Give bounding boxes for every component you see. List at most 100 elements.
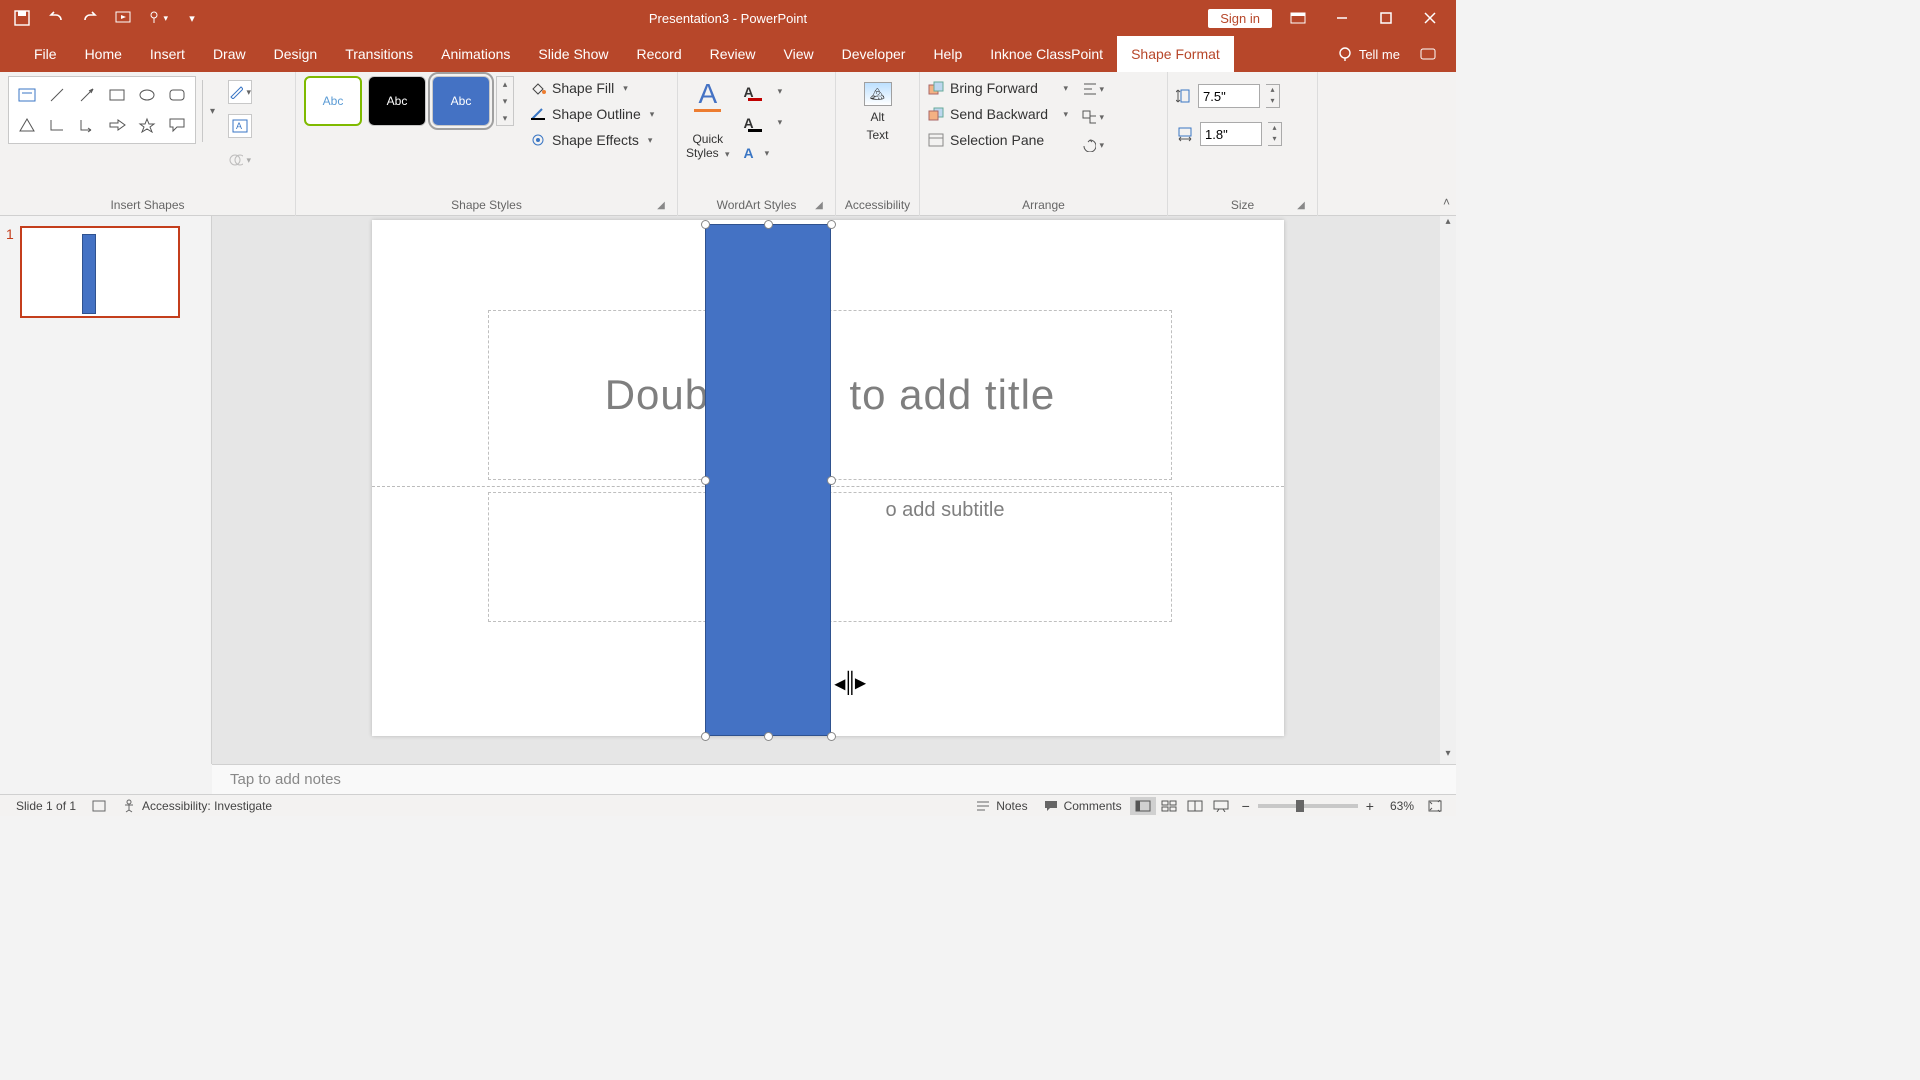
tab-classpoint[interactable]: Inknoe ClassPoint bbox=[976, 36, 1117, 72]
slide[interactable]: Doubl to add title o add subtitle ◂║▸ bbox=[372, 220, 1284, 736]
text-fill-button[interactable]: A▾ bbox=[740, 82, 783, 101]
align-button[interactable]: ▾ bbox=[1082, 80, 1104, 98]
oval-shape-icon[interactable] bbox=[133, 81, 161, 109]
selection-handle-w[interactable] bbox=[701, 476, 710, 485]
tab-draw[interactable]: Draw bbox=[199, 36, 260, 72]
style-preset-1[interactable]: Abc bbox=[304, 76, 362, 126]
bring-forward-button[interactable]: Bring Forward ▾ bbox=[928, 80, 1068, 96]
shape-effects-button[interactable]: Shape Effects▾ bbox=[530, 132, 654, 148]
comments-toggle[interactable]: Comments bbox=[1036, 799, 1130, 813]
zoom-level[interactable]: 63% bbox=[1382, 799, 1422, 813]
slide-canvas[interactable]: Doubl to add title o add subtitle ◂║▸ ▴ … bbox=[212, 216, 1456, 764]
present-from-start-icon[interactable] bbox=[114, 8, 134, 28]
tab-transitions[interactable]: Transitions bbox=[331, 36, 427, 72]
slide-sorter-view-icon[interactable] bbox=[1156, 797, 1182, 815]
quick-styles-button[interactable]: A bbox=[688, 80, 728, 124]
shape-fill-button[interactable]: Shape Fill▾ bbox=[530, 80, 654, 96]
tab-shape-format[interactable]: Shape Format bbox=[1117, 36, 1234, 72]
undo-icon[interactable] bbox=[46, 8, 66, 28]
shape-width-input[interactable] bbox=[1200, 122, 1262, 146]
tab-insert[interactable]: Insert bbox=[136, 36, 199, 72]
customize-qat-icon[interactable]: ▾ bbox=[182, 8, 202, 28]
selection-handle-se[interactable] bbox=[827, 732, 836, 741]
edit-shape-icon[interactable]: ▾ bbox=[228, 80, 252, 104]
text-effects-button[interactable]: A▾ bbox=[740, 144, 783, 162]
line-arrow-shape-icon[interactable] bbox=[73, 81, 101, 109]
tab-file[interactable]: File bbox=[20, 36, 71, 72]
fit-to-window-icon[interactable] bbox=[1422, 797, 1448, 815]
touch-mode-icon[interactable]: ▾ bbox=[148, 8, 168, 28]
shape-styles-dialog-launcher-icon[interactable]: ◢ bbox=[655, 200, 667, 212]
slide-thumbnails-panel[interactable]: 1 bbox=[0, 216, 212, 764]
merge-shapes-icon[interactable]: ▾ bbox=[228, 148, 252, 172]
line-shape-icon[interactable] bbox=[43, 81, 71, 109]
tab-review[interactable]: Review bbox=[696, 36, 770, 72]
send-backward-button[interactable]: Send Backward ▾ bbox=[928, 106, 1068, 122]
tab-design[interactable]: Design bbox=[260, 36, 332, 72]
shape-styles-more[interactable]: ▴▾▾ bbox=[496, 76, 514, 126]
share-icon[interactable] bbox=[1410, 40, 1446, 68]
shapes-gallery[interactable] bbox=[8, 76, 196, 144]
zoom-in-icon[interactable]: + bbox=[1366, 798, 1374, 814]
tab-help[interactable]: Help bbox=[919, 36, 976, 72]
minimize-icon[interactable] bbox=[1324, 4, 1360, 32]
sign-in-button[interactable]: Sign in bbox=[1208, 9, 1272, 28]
shape-styles-gallery[interactable]: Abc Abc Abc ▴▾▾ bbox=[304, 76, 514, 126]
width-spinner[interactable]: ▴▾ bbox=[1268, 122, 1282, 146]
style-preset-2[interactable]: Abc bbox=[368, 76, 426, 126]
tab-animations[interactable]: Animations bbox=[427, 36, 524, 72]
shape-height-input[interactable] bbox=[1198, 84, 1260, 108]
notes-toggle[interactable]: Notes bbox=[968, 799, 1035, 813]
scroll-up-icon[interactable]: ▴ bbox=[1440, 216, 1456, 232]
close-icon[interactable] bbox=[1412, 4, 1448, 32]
elbow-connector-icon[interactable] bbox=[43, 111, 71, 139]
redo-icon[interactable] bbox=[80, 8, 100, 28]
accessibility-status[interactable]: Accessibility: Investigate bbox=[114, 799, 280, 813]
callout-shape-icon[interactable] bbox=[163, 111, 191, 139]
normal-view-icon[interactable] bbox=[1130, 797, 1156, 815]
height-spinner[interactable]: ▴▾ bbox=[1266, 84, 1280, 108]
star-shape-icon[interactable] bbox=[133, 111, 161, 139]
elbow-arrow-connector-icon[interactable] bbox=[73, 111, 101, 139]
vertical-scrollbar[interactable]: ▴ ▾ bbox=[1440, 216, 1456, 764]
scroll-down-icon[interactable]: ▾ bbox=[1440, 748, 1456, 764]
group-objects-button[interactable]: ▾ bbox=[1082, 108, 1104, 126]
rounded-rect-shape-icon[interactable] bbox=[163, 81, 191, 109]
collapse-ribbon-icon[interactable]: ˄ bbox=[1443, 195, 1450, 209]
tab-slideshow[interactable]: Slide Show bbox=[524, 36, 622, 72]
alt-text-button[interactable]: 🏔 Alt Text bbox=[864, 76, 892, 142]
rectangle-shape-icon[interactable] bbox=[103, 81, 131, 109]
text-outline-button[interactable]: A▾ bbox=[740, 113, 783, 132]
selection-handle-s[interactable] bbox=[764, 732, 773, 741]
shapes-gallery-more[interactable]: ▾ bbox=[202, 80, 222, 142]
ribbon-display-options-icon[interactable] bbox=[1280, 4, 1316, 32]
selection-handle-n[interactable] bbox=[764, 220, 773, 229]
triangle-shape-icon[interactable] bbox=[13, 111, 41, 139]
zoom-slider[interactable] bbox=[1258, 804, 1358, 808]
selection-handle-ne[interactable] bbox=[827, 220, 836, 229]
selection-handle-nw[interactable] bbox=[701, 220, 710, 229]
size-dialog-launcher-icon[interactable]: ◢ bbox=[1295, 200, 1307, 212]
wordart-dialog-launcher-icon[interactable]: ◢ bbox=[813, 200, 825, 212]
maximize-icon[interactable] bbox=[1368, 4, 1404, 32]
selection-pane-button[interactable]: Selection Pane bbox=[928, 132, 1068, 148]
shape-outline-button[interactable]: Shape Outline▾ bbox=[530, 106, 654, 122]
tab-record[interactable]: Record bbox=[622, 36, 695, 72]
selection-handle-e[interactable] bbox=[827, 476, 836, 485]
slide-counter[interactable]: Slide 1 of 1 bbox=[8, 799, 84, 813]
thumbnail-1[interactable] bbox=[20, 226, 180, 318]
rotate-button[interactable]: ▾ bbox=[1082, 136, 1104, 154]
arrow-right-shape-icon[interactable] bbox=[103, 111, 131, 139]
selected-rectangle-shape[interactable] bbox=[705, 224, 831, 736]
tab-home[interactable]: Home bbox=[71, 36, 136, 72]
notes-pane[interactable]: Tap to add notes bbox=[212, 764, 1456, 794]
save-icon[interactable] bbox=[12, 8, 32, 28]
text-box-button-icon[interactable]: A bbox=[228, 114, 252, 138]
style-preset-3[interactable]: Abc bbox=[432, 76, 490, 126]
selection-handle-sw[interactable] bbox=[701, 732, 710, 741]
slideshow-view-icon[interactable] bbox=[1208, 797, 1234, 815]
tell-me-search[interactable]: Tell me bbox=[1337, 46, 1400, 62]
zoom-out-icon[interactable]: − bbox=[1242, 798, 1250, 814]
tab-view[interactable]: View bbox=[770, 36, 828, 72]
reading-view-icon[interactable] bbox=[1182, 797, 1208, 815]
